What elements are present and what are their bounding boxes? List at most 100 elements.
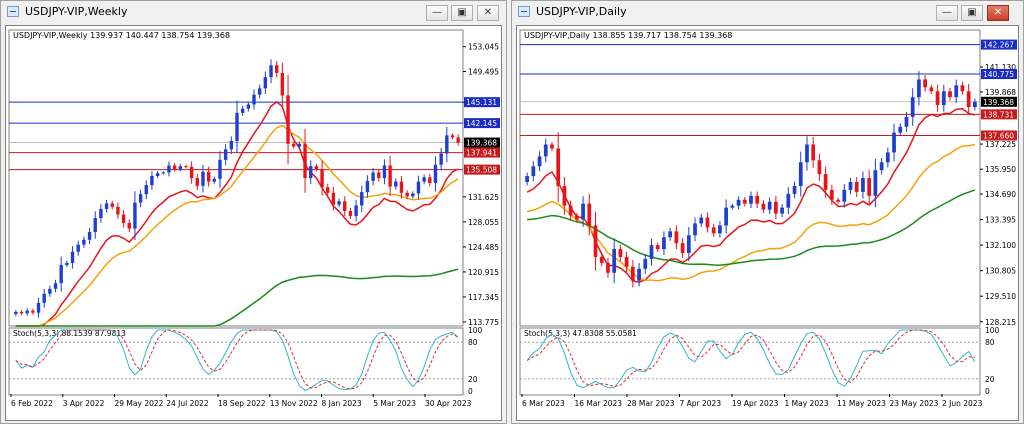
candle-body — [14, 311, 18, 315]
candle-body — [133, 202, 137, 229]
candle-body — [252, 94, 256, 105]
candle-body — [556, 148, 561, 186]
chart-header: USDJPY-VIP,Daily 138.855 139.717 138.754… — [524, 31, 732, 40]
candle-body — [973, 101, 977, 108]
ma-slow-line — [15, 268, 459, 327]
y-tick-label: 131.625 — [468, 193, 499, 202]
y-tick-label: 133.395 — [985, 216, 1016, 225]
x-tick-label: 18 Sep 2022 — [218, 399, 266, 408]
x-tick-label: 28 Mar 2023 — [627, 399, 675, 408]
x-tick-label: 6 Feb 2022 — [11, 399, 53, 408]
candle-body — [138, 194, 143, 203]
price-label: 138.731 — [983, 110, 1014, 119]
stoch-tick-label: 100 — [985, 326, 1000, 335]
candle-body — [116, 206, 120, 215]
candle-body — [292, 143, 296, 147]
candle-body — [87, 232, 92, 240]
close-button[interactable]: ✕ — [987, 5, 1009, 21]
candle-body — [377, 172, 381, 179]
candle-body — [314, 166, 319, 169]
candle-body — [42, 293, 46, 303]
candle-body — [649, 245, 654, 259]
candle-body — [343, 201, 347, 212]
y-tick-label: 132.100 — [985, 241, 1016, 250]
candle-body — [811, 144, 816, 161]
candle-body — [405, 192, 409, 197]
x-tick-label: 29 May 2022 — [115, 399, 164, 408]
candle-body — [693, 223, 697, 236]
candle-body — [382, 165, 387, 179]
candle-body — [823, 174, 828, 190]
price-label: 145.131 — [466, 98, 497, 107]
candle-body — [761, 203, 766, 210]
candle-body — [178, 166, 182, 169]
candle-body — [246, 104, 251, 109]
candle-body — [172, 165, 177, 169]
candle-body — [680, 243, 685, 254]
candle-body — [742, 199, 747, 204]
candle-body — [450, 135, 455, 138]
daily-chart-area[interactable]: USDJPY-VIP,Daily 138.855 139.717 138.754… — [516, 25, 1019, 421]
restore-button[interactable]: ▣ — [451, 5, 473, 21]
window-titlebar[interactable]: USDJPY-VIP,Weekly — ▣ ✕ — [1, 1, 506, 23]
candle-body — [699, 217, 704, 224]
candle-body — [537, 156, 542, 167]
candle-body — [360, 192, 364, 206]
y-tick-label: 137.225 — [985, 140, 1016, 149]
candle-body — [280, 72, 285, 96]
window-titlebar[interactable]: USDJPY-VIP,Daily — ▣ ✕ — [512, 1, 1023, 23]
candle-body — [371, 172, 375, 181]
candle-body — [309, 166, 313, 179]
price-label: 139.368 — [466, 139, 497, 148]
y-tick-label: 135.950 — [985, 165, 1016, 174]
minimize-button[interactable]: — — [936, 5, 958, 21]
candle-body — [960, 85, 965, 92]
candle-body — [724, 207, 728, 226]
candle-body — [543, 144, 548, 157]
candle-body — [755, 195, 760, 204]
daily-candlestick-chart[interactable]: USDJPY-VIP,Daily 138.855 139.717 138.754… — [517, 26, 1018, 420]
close-button[interactable]: ✕ — [477, 5, 499, 21]
candle-body — [59, 265, 63, 284]
candle-body — [184, 166, 188, 168]
stoch-tick-label: 0 — [985, 387, 990, 396]
y-tick-label: 134.690 — [985, 190, 1016, 199]
candle-body — [643, 258, 648, 269]
candle-body — [144, 185, 148, 195]
candle-body — [127, 222, 131, 229]
candle-body — [331, 192, 336, 205]
candle-body — [898, 126, 903, 133]
price-label: 142.145 — [466, 119, 497, 128]
y-tick-label: 153.045 — [468, 43, 499, 52]
candle-body — [320, 168, 324, 188]
ma-mid-line — [15, 124, 459, 327]
y-tick-label: 139.868 — [985, 88, 1016, 97]
candle-body — [416, 181, 421, 194]
candle-body — [798, 162, 803, 186]
candle-body — [121, 214, 126, 223]
restore-button[interactable]: ▣ — [961, 5, 983, 21]
candle-body — [422, 177, 426, 182]
candle-body — [630, 266, 635, 281]
y-tick-label: 129.510 — [985, 292, 1016, 301]
candle-body — [599, 256, 604, 263]
weekly-chart-window[interactable]: USDJPY-VIP,Weekly — ▣ ✕ USDJPY-VIP,Weekl… — [0, 0, 507, 424]
chart-window-icon — [7, 6, 19, 17]
candle-body — [792, 185, 797, 194]
x-tick-label: 6 Mar 2023 — [522, 399, 565, 408]
minimize-button[interactable]: — — [426, 5, 448, 21]
candle-body — [954, 85, 959, 98]
candle-body — [433, 164, 438, 183]
candle-body — [337, 201, 341, 205]
daily-chart-window[interactable]: USDJPY-VIP,Daily — ▣ ✕ USDJPY-VIP,Daily … — [511, 0, 1024, 424]
candle-body — [150, 175, 154, 186]
candle-body — [206, 171, 211, 182]
candle-body — [873, 170, 878, 196]
candle-body — [655, 245, 660, 250]
candle-body — [718, 225, 722, 234]
weekly-chart-area[interactable]: USDJPY-VIP,Weekly 139.937 140.447 138.75… — [5, 25, 502, 421]
candle-body — [662, 237, 666, 250]
weekly-candlestick-chart[interactable]: USDJPY-VIP,Weekly 139.937 140.447 138.75… — [6, 26, 501, 420]
candle-body — [439, 153, 443, 165]
candle-body — [212, 178, 217, 182]
